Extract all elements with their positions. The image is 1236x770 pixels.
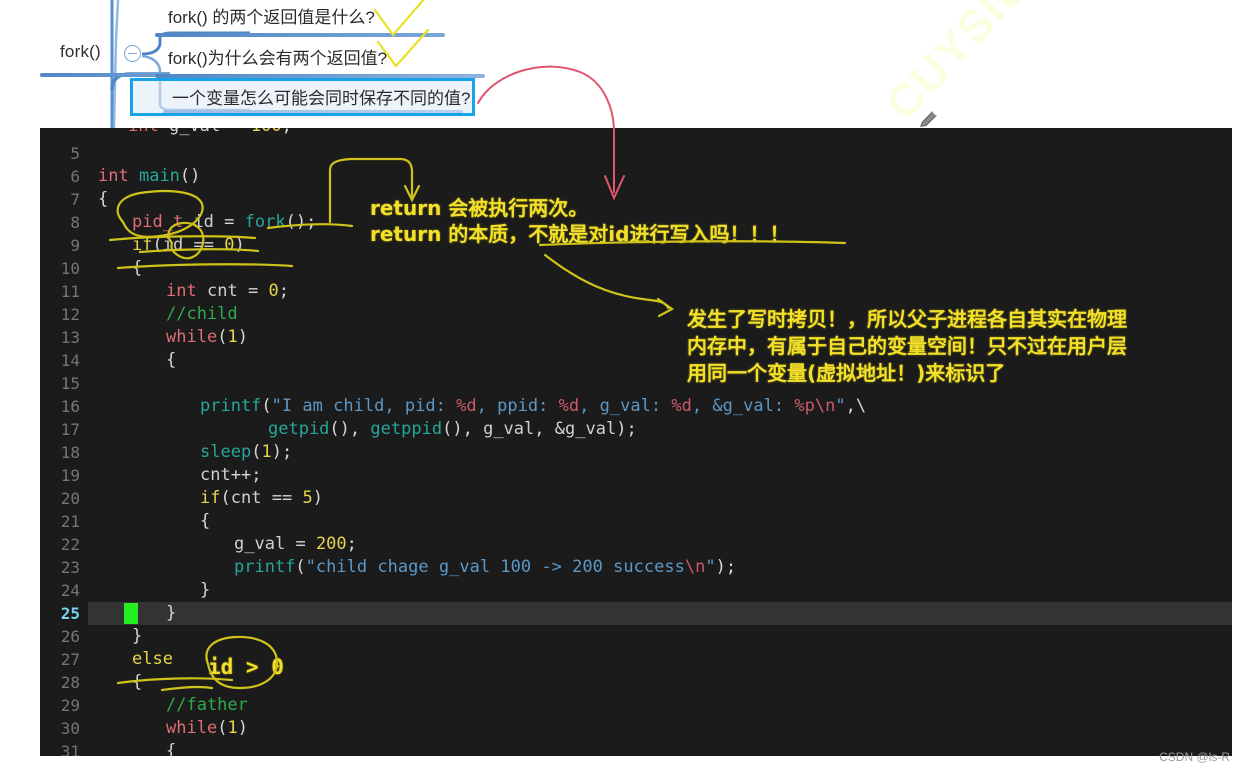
mindmap-node-1[interactable]: fork() 的两个返回值是什么?: [168, 3, 375, 28]
line-number: 24: [60, 581, 80, 600]
active-line-highlight: [88, 602, 1232, 625]
mindmap-root-underline: [40, 73, 170, 77]
mindmap-root-label[interactable]: fork(): [60, 42, 101, 62]
code-line[interactable]: int cnt = 0;: [166, 280, 289, 303]
code-line[interactable]: else: [132, 648, 173, 671]
code-line[interactable]: //child: [166, 303, 238, 326]
code-line[interactable]: {: [132, 257, 142, 280]
csdn-watermark: CSDN @ls-R: [1159, 750, 1230, 764]
code-line[interactable]: int main(): [98, 165, 200, 188]
line-number: 16: [60, 397, 80, 416]
line-number: 27: [60, 650, 80, 669]
line-number: 14: [60, 351, 80, 370]
mindmap-node-3[interactable]: 一个变量怎么可能会同时保存不同的值?: [172, 84, 470, 109]
code-line[interactable]: while(1): [166, 717, 248, 740]
line-number: 6: [70, 167, 80, 186]
code-line[interactable]: pid_t id = fork();: [132, 211, 316, 234]
line-number: 13: [60, 328, 80, 347]
code-line[interactable]: }: [166, 602, 176, 625]
mindmap-node-underline-1: [155, 33, 445, 37]
bottom-margin: [0, 756, 1236, 770]
line-number: 12: [60, 305, 80, 324]
annotation-block1-line1: return 会被执行两次。: [370, 196, 589, 220]
code-line[interactable]: while(1): [166, 326, 248, 349]
line-number: 31: [60, 742, 80, 756]
annotation-block1-line2: return 的本质，不就是对id进行写入吗！！！: [370, 222, 790, 246]
code-line[interactable]: if(id == 0): [132, 234, 245, 257]
code-line[interactable]: {: [98, 188, 108, 211]
code-line[interactable]: }: [200, 579, 210, 602]
annotation-block2-line1: 发生了写时拷贝！，所以父子进程各自其实在物理: [687, 307, 1127, 331]
line-number: 30: [60, 719, 80, 738]
code-line[interactable]: {: [132, 671, 142, 694]
line-number: 15: [60, 374, 80, 393]
code-line[interactable]: }: [132, 625, 142, 648]
line-number: 29: [60, 696, 80, 715]
code-line[interactable]: //father: [166, 694, 248, 717]
line-number: 7: [70, 190, 80, 209]
line-number: 9: [70, 236, 80, 255]
line-number: 26: [60, 627, 80, 646]
code-line[interactable]: printf("child chage g_val 100 -> 200 suc…: [234, 556, 736, 579]
code-line[interactable]: printf("I am child, pid: %d, ppid: %d, g…: [200, 395, 866, 418]
annotation-inline-note: id > 0: [208, 655, 284, 679]
annotation-block2-line3: 用同一个变量(虚拟地址！)来标识了: [687, 361, 1006, 385]
clipped-code-line: int g_val = 100;: [40, 128, 1232, 142]
line-number: 21: [60, 512, 80, 531]
code-line[interactable]: {: [166, 740, 176, 756]
line-number: 22: [60, 535, 80, 554]
code-line[interactable]: {: [200, 510, 210, 533]
line-number: 5: [70, 144, 80, 163]
code-line[interactable]: getpid(), getppid(), g_val, &g_val);: [268, 418, 637, 441]
line-number: 23: [60, 558, 80, 577]
line-number: 19: [60, 466, 80, 485]
minus-circle-icon[interactable]: [124, 45, 141, 62]
code-line[interactable]: {: [166, 349, 176, 372]
pencil-cursor-icon: [920, 111, 937, 127]
line-number: 17: [60, 420, 80, 439]
code-line[interactable]: sleep(1);: [200, 441, 292, 464]
code-line[interactable]: cnt++;: [200, 464, 261, 487]
line-number-gutter: 5 6 7 8 9 10 11 12 13 14 15 16 17 18 19 20 21 22 23 24 25 26 2…: [40, 128, 88, 756]
code-line[interactable]: if(cnt == 5): [200, 487, 323, 510]
line-number: 10: [60, 259, 80, 278]
line-number: 11: [60, 282, 80, 301]
line-number: 28: [60, 673, 80, 692]
line-number: 25: [60, 604, 80, 623]
mindmap-node-2[interactable]: fork()为什么会有两个返回值?: [168, 44, 387, 69]
text-cursor: [124, 603, 138, 624]
annotation-block2-line2: 内存中，有属于自己的变量空间！只不过在用户层: [687, 334, 1127, 358]
code-line[interactable]: g_val = 200;: [234, 533, 357, 556]
line-number: 20: [60, 489, 80, 508]
line-number: 8: [70, 213, 80, 232]
line-number: 18: [60, 443, 80, 462]
mindmap-panel: CUYSIUL fork() fork() 的两个返回值是什么? fork()为…: [0, 0, 1236, 128]
left-margin: [0, 128, 40, 770]
